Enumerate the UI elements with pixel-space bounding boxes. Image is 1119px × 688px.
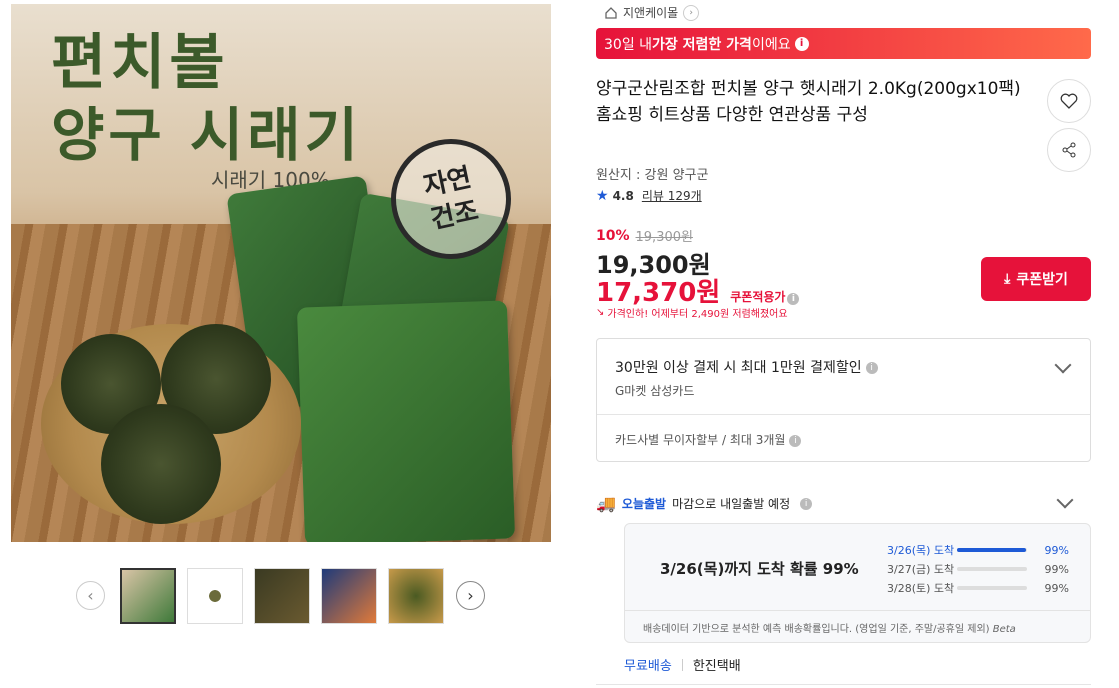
arrival-row: 3/27(금) 도착 99% <box>887 561 1069 577</box>
thumbnail-item[interactable] <box>120 568 176 624</box>
coupon-price-label: 쿠폰적용가 i <box>730 288 800 305</box>
coupon-label-text: 쿠폰적용가 <box>730 290 786 304</box>
lowest-price-banner: 30일 내 가장 저렴한 가격 이에요 i <box>596 28 1091 59</box>
installment-text: 카드사별 무이자할부 / 최대 3개월 <box>615 433 786 447</box>
card-promo-issuer: G마켓 삼성카드 <box>615 384 695 398</box>
probability-bar <box>957 586 1027 590</box>
info-icon[interactable]: i <box>800 497 813 510</box>
card-benefit-box[interactable]: 30만원 이상 결제 시 최대 1만원 결제할인 i G마켓 삼성카드 카드사별 … <box>596 338 1091 462</box>
product-info: 지앤케이몰 › 30일 내 가장 저렴한 가격 이에요 i 양구군산림조합 펀치볼… <box>596 0 1096 688</box>
rating-row[interactable]: ★ 4.8 리뷰 129개 <box>596 187 702 204</box>
divider <box>596 684 1091 685</box>
share-icon <box>1062 142 1076 158</box>
arrival-pct: 99% <box>1044 581 1069 595</box>
arrival-pct: 99% <box>1044 543 1069 557</box>
origin-text: 원산지 : 강원 양구군 <box>596 168 709 183</box>
delivery-info: 무료배송 한진택배 <box>624 655 741 674</box>
wishlist-button[interactable] <box>1047 79 1091 123</box>
home-icon <box>605 6 617 19</box>
download-icon: ⤓ <box>1004 271 1011 287</box>
arrival-headline: 3/26(목)까지 도착 확률 99% <box>660 560 859 578</box>
info-icon[interactable]: i <box>787 293 800 305</box>
beta-label: Beta <box>992 624 1016 635</box>
original-price: 19,300원 <box>635 230 693 245</box>
thumbnail-item[interactable] <box>254 568 310 624</box>
chevron-down-icon[interactable] <box>1054 356 1072 374</box>
shipping-text: 마감으로 내일출발 예정 <box>672 497 791 511</box>
chevron-right-icon: › <box>683 4 700 21</box>
divider <box>597 414 1090 415</box>
next-thumbnail-button[interactable]: › <box>456 581 485 610</box>
chevron-left-icon: ‹ <box>87 586 94 605</box>
probability-fill <box>957 548 1027 552</box>
prediction-note-text: 배송데이터 기반으로 분석한 예측 배송확률입니다. (영업일 기준, 주말/공… <box>643 624 990 635</box>
thumbnail-item[interactable] <box>187 568 243 624</box>
coupon-button-label: 쿠폰받기 <box>1016 272 1068 288</box>
product-title: 양구군산림조합 펀치볼 양구 햇시래기 2.0Kg(200gx10팩) 홈쇼핑 … <box>596 79 1021 125</box>
thumbnail-strip: ‹ › <box>0 568 560 628</box>
card-promo: 30만원 이상 결제 시 최대 1만원 결제할인 i <box>615 357 878 377</box>
card-promo-text: 30만원 이상 결제 시 최대 1만원 결제할인 <box>615 360 862 376</box>
arrival-date: 3/28(토) 도착 <box>887 582 955 595</box>
installment: 카드사별 무이자할부 / 최대 3개월 i <box>615 431 802 448</box>
image-title-line2: 양구 시래기 <box>51 101 362 169</box>
divider <box>681 658 683 671</box>
seller-name[interactable]: 지앤케이몰 <box>623 4 678 21</box>
main-product-image[interactable]: 편치볼 양구 시래기 시래기 100% 자연 건조 <box>11 4 551 542</box>
today-ship-tag: 오늘출발 <box>621 497 667 511</box>
banner-suffix: 이에요 <box>751 36 791 53</box>
coupon-price: 17,370원 <box>596 278 721 308</box>
truck-icon: 🚚 <box>596 494 616 513</box>
heart-icon <box>1060 93 1078 109</box>
info-icon[interactable]: i <box>789 434 802 447</box>
arrow-down-icon: ↘ <box>596 307 605 318</box>
divider <box>625 610 1090 611</box>
free-shipping-label: 무료배송 <box>624 659 672 674</box>
dried-radish-greens <box>101 404 221 524</box>
get-coupon-button[interactable]: ⤓ 쿠폰받기 <box>981 257 1091 301</box>
arrival-pct: 99% <box>1044 562 1069 576</box>
arrival-date: 3/27(금) 도착 <box>887 563 955 576</box>
prev-thumbnail-button[interactable]: ‹ <box>76 581 105 610</box>
chevron-down-icon[interactable] <box>1056 491 1074 509</box>
chevron-right-icon: › <box>467 586 474 605</box>
arrival-date: 3/26(목) 도착 <box>887 544 955 557</box>
product-gallery: 편치볼 양구 시래기 시래기 100% 자연 건조 ‹ › <box>0 0 560 688</box>
rating-score: 4.8 <box>612 188 634 203</box>
shipping-row: 🚚 오늘출발 마감으로 내일출발 예정 i <box>596 494 813 513</box>
thumbnail-item[interactable] <box>321 568 377 624</box>
probability-bar <box>957 567 1027 571</box>
info-icon[interactable]: i <box>794 36 809 51</box>
delivery-probability-box: 3/26(목)까지 도착 확률 99% 3/26(목) 도착 99% 3/27(… <box>624 523 1091 643</box>
probability-bar <box>957 548 1027 552</box>
share-button[interactable] <box>1047 128 1091 172</box>
discount-percent: 10% <box>596 227 630 244</box>
star-icon: ★ <box>596 187 609 204</box>
info-icon[interactable]: i <box>865 362 878 374</box>
coupon-price-row: 17,370원 쿠폰적용가 i <box>596 272 800 309</box>
discount-row: 10% 19,300원 <box>596 226 693 246</box>
arrival-row: 3/26(목) 도착 99% <box>887 542 1069 558</box>
arrival-row: 3/28(토) 도착 99% <box>887 580 1069 596</box>
price-drop-note: ↘ 가격인하! 어제부터 2,490원 저렴해졌어요 <box>596 305 788 320</box>
thumbnail-item[interactable] <box>388 568 444 624</box>
review-link[interactable]: 리뷰 129개 <box>642 187 702 204</box>
banner-bold: 가장 저렴한 가격 <box>652 36 752 53</box>
price-drop-text: 가격인하! 어제부터 2,490원 저렴해졌어요 <box>607 309 788 320</box>
breadcrumb[interactable]: 지앤케이몰 › <box>604 4 700 21</box>
courier-name: 한진택배 <box>692 659 741 674</box>
prediction-note: 배송데이터 기반으로 분석한 예측 배송확률입니다. (영업일 기준, 주말/공… <box>643 620 1016 635</box>
product-bag <box>296 300 516 542</box>
banner-prefix: 30일 내 <box>604 36 653 53</box>
